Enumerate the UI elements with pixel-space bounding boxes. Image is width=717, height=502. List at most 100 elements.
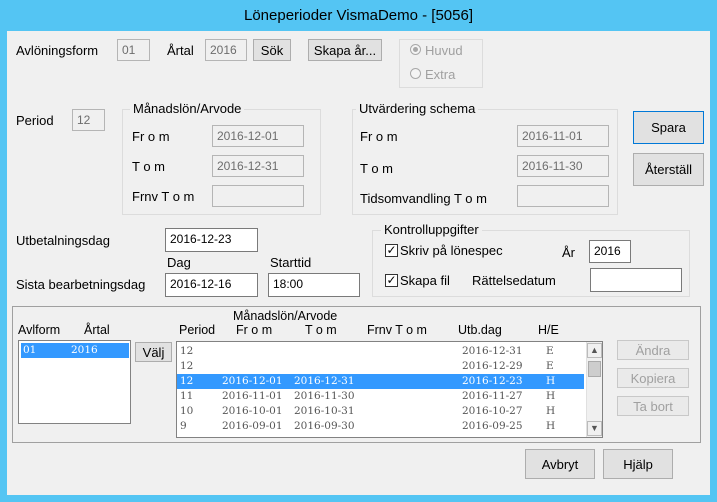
scroll-thumb[interactable] xyxy=(588,361,601,377)
period-column-header: Period xyxy=(179,323,216,337)
tom-column-header: T o m xyxy=(305,323,337,337)
manadslon-tom-field[interactable]: 2016-12-31 xyxy=(212,155,304,177)
artal-header: Årtal xyxy=(84,323,110,337)
andra-button[interactable]: Ändra xyxy=(617,340,689,360)
from-column-header: Fr o m xyxy=(236,323,273,337)
avloningsform-label: Avlöningsform xyxy=(16,43,99,58)
period-cell: 12 xyxy=(180,360,194,372)
period-cell: 12 xyxy=(180,375,194,387)
skriv-pa-lonespec-checkbox[interactable]: ✓ xyxy=(385,244,398,257)
utvardering-group-title: Utvärdering schema xyxy=(356,101,479,116)
ar-label: År xyxy=(562,245,575,260)
tidsomvandling-label: Tidsomvandling T o m xyxy=(360,191,487,206)
table-row[interactable]: 12 2016-12-01 2016-12-31 2016-12-23 H xyxy=(177,374,584,389)
sok-button[interactable]: Sök xyxy=(253,39,291,61)
from-cell: 2016-11-01 xyxy=(222,390,283,402)
manadslon-frnv-field[interactable] xyxy=(212,185,304,207)
utbdag-cell: 2016-12-23 xyxy=(462,375,523,387)
manadslon-frnv-label: Frnv T o m xyxy=(132,189,195,204)
ar-field[interactable]: 2016 xyxy=(589,240,631,263)
manadslon-group-title: Månadslön/Arvode xyxy=(130,101,245,116)
period-cell: 10 xyxy=(180,405,194,417)
radio-huvud[interactable] xyxy=(410,44,421,55)
he-column-header: H/E xyxy=(538,323,559,337)
utbdag-cell: 2016-10-27 xyxy=(462,405,523,417)
utbdag-cell: 2016-12-31 xyxy=(462,345,523,357)
radio-extra[interactable] xyxy=(410,68,421,79)
rattelsedatum-label: Rättelsedatum xyxy=(472,273,556,288)
tom-cell: 2016-10-31 xyxy=(294,405,355,417)
manadslon-from-label: Fr o m xyxy=(132,129,170,144)
period-cell: 9 xyxy=(180,420,187,432)
utvardering-tom-label: T o m xyxy=(360,161,393,176)
avbryt-button[interactable]: Avbryt xyxy=(525,449,595,479)
he-cell: H xyxy=(546,420,556,432)
period-listbox[interactable]: 9 2016-09-01 2016-09-30 2016-09-25 H 10 2016-1… xyxy=(176,341,603,438)
artal-cell: 2016 xyxy=(71,344,98,356)
table-row[interactable]: 9 2016-09-01 2016-09-30 2016-09-25 H xyxy=(177,419,584,434)
skriv-pa-lonespec-label: Skriv på lönespec xyxy=(400,243,503,258)
frnv-column-header: Frnv T o m xyxy=(367,323,427,337)
scroll-up-icon[interactable]: ▲ xyxy=(587,343,602,358)
list-item[interactable]: 01 2016 xyxy=(21,343,129,358)
avlform-cell: 01 xyxy=(23,344,37,356)
utbdag-column-header: Utb.dag xyxy=(458,323,502,337)
tidsomvandling-field[interactable] xyxy=(517,185,609,207)
utbdag-cell: 2016-09-25 xyxy=(462,420,523,432)
from-cell: 2016-12-01 xyxy=(222,375,283,387)
table-row[interactable]: 10 2016-10-01 2016-10-31 2016-10-27 H xyxy=(177,404,584,419)
sista-bearbetningsdag-field[interactable]: 2016-12-16 xyxy=(165,273,258,297)
utbetalningsdag-label: Utbetalningsdag xyxy=(16,233,110,248)
utbdag-cell: 2016-11-27 xyxy=(462,390,523,402)
dag-label: Dag xyxy=(167,255,191,270)
tom-cell: 2016-09-30 xyxy=(294,420,355,432)
vertical-scrollbar[interactable]: ▲ ▼ xyxy=(586,342,602,437)
hjalp-button[interactable]: Hjälp xyxy=(603,449,673,479)
skapa-fil-label: Skapa fil xyxy=(400,273,450,288)
starttid-field[interactable]: 18:00 xyxy=(268,273,360,297)
checkmark-icon: ✓ xyxy=(386,243,397,257)
radio-extra-label: Extra xyxy=(425,67,456,82)
avlform-listbox[interactable]: 01 2016 xyxy=(18,340,131,424)
rattelsedatum-field[interactable] xyxy=(590,268,682,292)
skapa-fil-checkbox[interactable]: ✓ xyxy=(385,274,398,287)
radio-huvud-label: Huvud xyxy=(425,43,463,58)
valj-button[interactable]: Välj xyxy=(135,342,172,362)
period-cell: 11 xyxy=(180,390,194,402)
artal-label: Årtal xyxy=(167,43,194,58)
artal-field[interactable]: 2016 xyxy=(205,39,247,61)
utvardering-tom-field[interactable]: 2016-11-30 xyxy=(517,155,609,177)
period-field[interactable]: 12 xyxy=(72,109,105,131)
starttid-label: Starttid xyxy=(270,255,312,270)
he-cell: H xyxy=(546,390,556,402)
period-cell: 12 xyxy=(180,345,194,357)
scroll-down-icon[interactable]: ▼ xyxy=(587,421,602,436)
table-row[interactable]: 12 2016-12-29 E xyxy=(177,359,584,374)
spara-button[interactable]: Spara xyxy=(633,111,704,144)
table-row[interactable]: 12 2016-12-31 E xyxy=(177,344,584,359)
manadslon-column-group-header: Månadslön/Arvode xyxy=(233,309,338,323)
he-cell: E xyxy=(546,360,554,372)
he-cell: H xyxy=(546,405,556,417)
he-cell: E xyxy=(546,345,554,357)
aterstall-button[interactable]: Återställ xyxy=(633,153,704,186)
utbetalningsdag-field[interactable]: 2016-12-23 xyxy=(165,228,258,252)
from-cell: 2016-10-01 xyxy=(222,405,283,417)
tom-cell: 2016-11-30 xyxy=(294,390,355,402)
manadslon-tom-label: T o m xyxy=(132,159,165,174)
tom-cell: 2016-12-31 xyxy=(294,375,355,387)
window-title: Löneperioder VismaDemo - [5056] xyxy=(243,7,474,24)
from-cell: 2016-09-01 xyxy=(222,420,283,432)
period-label: Period xyxy=(16,113,54,128)
sista-bearbetningsdag-label: Sista bearbetningsdag xyxy=(16,277,146,292)
utvardering-from-field[interactable]: 2016-11-01 xyxy=(517,125,609,147)
kopiera-button[interactable]: Kopiera xyxy=(617,368,689,388)
table-row[interactable]: 11 2016-11-01 2016-11-30 2016-11-27 H xyxy=(177,389,584,404)
avloningsform-field[interactable]: 01 xyxy=(117,39,150,61)
ta-bort-button[interactable]: Ta bort xyxy=(617,396,689,416)
kontroll-group-title: Kontrolluppgifter xyxy=(381,222,482,237)
avlform-header: Avlform xyxy=(18,323,61,337)
manadslon-from-field[interactable]: 2016-12-01 xyxy=(212,125,304,147)
utbdag-cell: 2016-12-29 xyxy=(462,360,523,372)
skapa-ar-button[interactable]: Skapa år... xyxy=(308,39,382,61)
